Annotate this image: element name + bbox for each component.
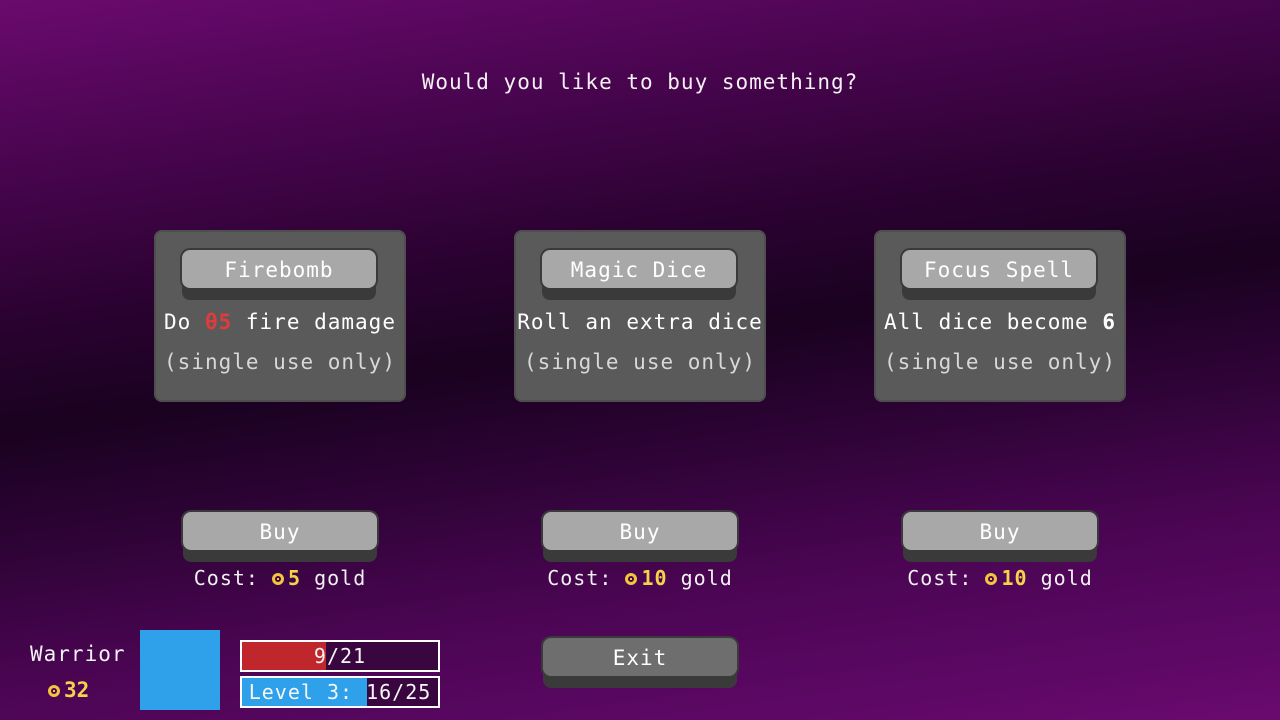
level-text: Level 3: 16/25 xyxy=(248,680,432,704)
cost-label: Cost: xyxy=(907,566,986,590)
cost-unit: gold xyxy=(301,566,367,590)
item-title-focus-spell[interactable]: Focus Spell xyxy=(902,250,1098,300)
cost-label: Cost: xyxy=(193,566,272,590)
cost-value: 5 xyxy=(287,566,302,590)
player-portrait xyxy=(140,630,220,710)
player-gold: 32 xyxy=(48,678,89,702)
damage-icon: θ5 xyxy=(204,310,233,334)
item-description: Do θ5 fire damage xyxy=(154,310,406,334)
gold-coin-icon xyxy=(271,573,284,585)
cost-label: Cost: xyxy=(547,566,626,590)
dice-value: 6 xyxy=(1102,310,1116,334)
desc-text: fire damage xyxy=(232,310,396,334)
item-description: All dice become 6 xyxy=(874,310,1126,334)
item-note: (single use only) xyxy=(164,350,396,374)
cost-firebomb: Cost: 5 gold xyxy=(150,566,410,590)
item-note: (single use only) xyxy=(524,350,756,374)
cost-unit: gold xyxy=(1027,566,1093,590)
cost-focus-spell: Cost: 10 gold xyxy=(870,566,1130,590)
gold-coin-icon xyxy=(625,573,638,585)
buy-button-magic-dice[interactable]: Buy xyxy=(543,512,737,550)
shop-prompt: Would you like to buy something? xyxy=(421,70,859,94)
item-note: (single use only) xyxy=(884,350,1116,374)
item-title-magic-dice[interactable]: Magic Dice xyxy=(542,250,738,300)
buy-label[interactable]: Buy xyxy=(183,512,377,550)
xp-bar: Level 3: 16/25 xyxy=(240,676,440,708)
player-class: Warrior xyxy=(30,642,126,666)
cost-unit: gold xyxy=(667,566,733,590)
exit-label[interactable]: Exit xyxy=(543,638,737,676)
item-description: Roll an extra dice xyxy=(517,310,763,334)
player-gold-value: 32 xyxy=(64,678,90,702)
health-text: 9/21 xyxy=(313,644,367,668)
item-card-magic-dice: Magic Dice Roll an extra dice (single us… xyxy=(514,230,766,402)
cost-value: 10 xyxy=(641,566,668,590)
desc-text: Do xyxy=(164,310,205,334)
buy-button-firebomb[interactable]: Buy xyxy=(183,512,377,550)
item-name[interactable]: Firebomb xyxy=(182,250,376,288)
cost-magic-dice: Cost: 10 gold xyxy=(510,566,770,590)
buy-button-focus-spell[interactable]: Buy xyxy=(903,512,1097,550)
desc-text: All dice become xyxy=(884,310,1103,334)
gold-coin-icon xyxy=(48,685,60,697)
item-name[interactable]: Magic Dice xyxy=(542,250,736,288)
item-name[interactable]: Focus Spell xyxy=(902,250,1096,288)
item-card-focus-spell: Focus Spell All dice become 6 (single us… xyxy=(874,230,1126,402)
cost-value: 10 xyxy=(1001,566,1028,590)
buy-label[interactable]: Buy xyxy=(903,512,1097,550)
item-title-firebomb[interactable]: Firebomb xyxy=(182,250,378,300)
health-bar: 9/21 xyxy=(240,640,440,672)
exit-button[interactable]: Exit xyxy=(543,638,737,676)
item-card-firebomb: Firebomb Do θ5 fire damage (single use o… xyxy=(154,230,406,402)
buy-label[interactable]: Buy xyxy=(543,512,737,550)
gold-coin-icon xyxy=(985,573,998,585)
